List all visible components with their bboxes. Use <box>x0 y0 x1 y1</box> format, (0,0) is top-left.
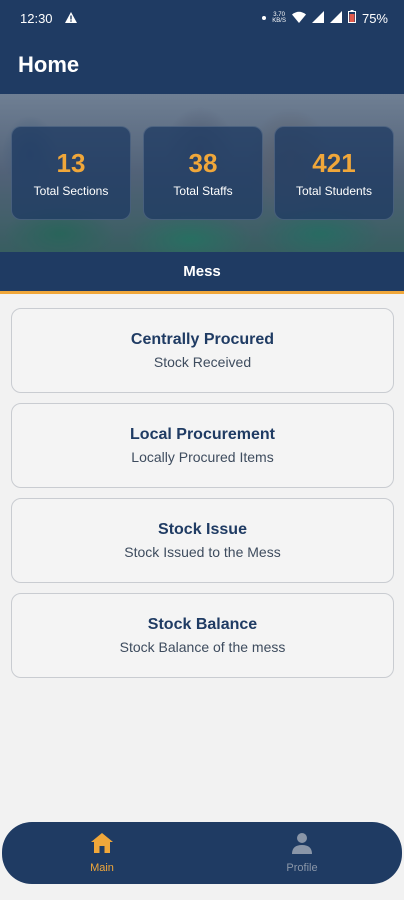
nav-item-profile[interactable]: Profile <box>242 832 362 874</box>
banner-image: 13 Total Sections 38 Total Staffs 421 To… <box>0 94 404 252</box>
menu-subtitle: Stock Received <box>153 354 252 370</box>
home-icon <box>90 832 114 859</box>
wifi-icon <box>291 11 306 26</box>
section-title: Mess <box>183 263 221 280</box>
person-icon <box>291 832 313 859</box>
nav-label-profile: Profile <box>286 862 318 874</box>
signal-icon <box>311 10 324 26</box>
menu-title: Stock Issue <box>158 521 247 538</box>
menu-card-centrally-procured[interactable]: Centrally Procured Stock Received <box>11 308 394 393</box>
menu-card-stock-issue[interactable]: Stock Issue Stock Issued to the Mess <box>11 498 394 583</box>
menu-title: Local Procurement <box>130 426 275 443</box>
stat-card-staffs[interactable]: 38 Total Staffs <box>143 126 263 220</box>
status-time: 12:30 <box>20 10 53 26</box>
status-left: 12:30 <box>20 11 77 26</box>
stat-value: 13 <box>56 148 86 178</box>
menu-title: Centrally Procured <box>130 331 275 348</box>
battery-icon <box>347 10 356 26</box>
stat-card-students[interactable]: 421 Total Students <box>274 126 394 220</box>
menu-title: Stock Balance <box>147 616 258 633</box>
data-speed-unit: KB/S <box>272 18 286 24</box>
bottom-nav: Main Profile <box>2 822 402 884</box>
status-bar: 12:30 3.70 KB/S 75% <box>0 0 404 36</box>
data-speed: 3.70 KB/S <box>272 12 286 24</box>
page-title: Home <box>18 52 80 77</box>
warning-icon <box>64 11 77 26</box>
menu-subtitle: Locally Procured Items <box>131 449 274 465</box>
battery-percent: 75% <box>361 10 388 26</box>
menu-card-stock-balance[interactable]: Stock Balance Stock Balance of the mess <box>11 593 394 678</box>
menu-card-local-procurement[interactable]: Local Procurement Locally Procured Items <box>11 403 394 488</box>
menu-subtitle: Stock Balance of the mess <box>119 639 286 655</box>
signal-icon-2 <box>329 10 342 26</box>
dot-icon <box>262 16 267 20</box>
stat-label: Total Sections <box>33 184 109 198</box>
stat-label: Total Staffs <box>173 184 233 198</box>
app-header: Home <box>0 36 404 94</box>
section-header: Mess <box>0 252 404 294</box>
stat-value: 38 <box>188 148 218 178</box>
stat-card-sections[interactable]: 13 Total Sections <box>11 126 131 220</box>
stat-value: 421 <box>312 148 356 178</box>
status-right: 3.70 KB/S 75% <box>262 10 388 26</box>
nav-item-main[interactable]: Main <box>42 832 162 874</box>
stat-label: Total Students <box>295 184 373 198</box>
nav-label-main: Main <box>90 862 114 874</box>
menu-subtitle: Stock Issued to the Mess <box>124 544 281 560</box>
